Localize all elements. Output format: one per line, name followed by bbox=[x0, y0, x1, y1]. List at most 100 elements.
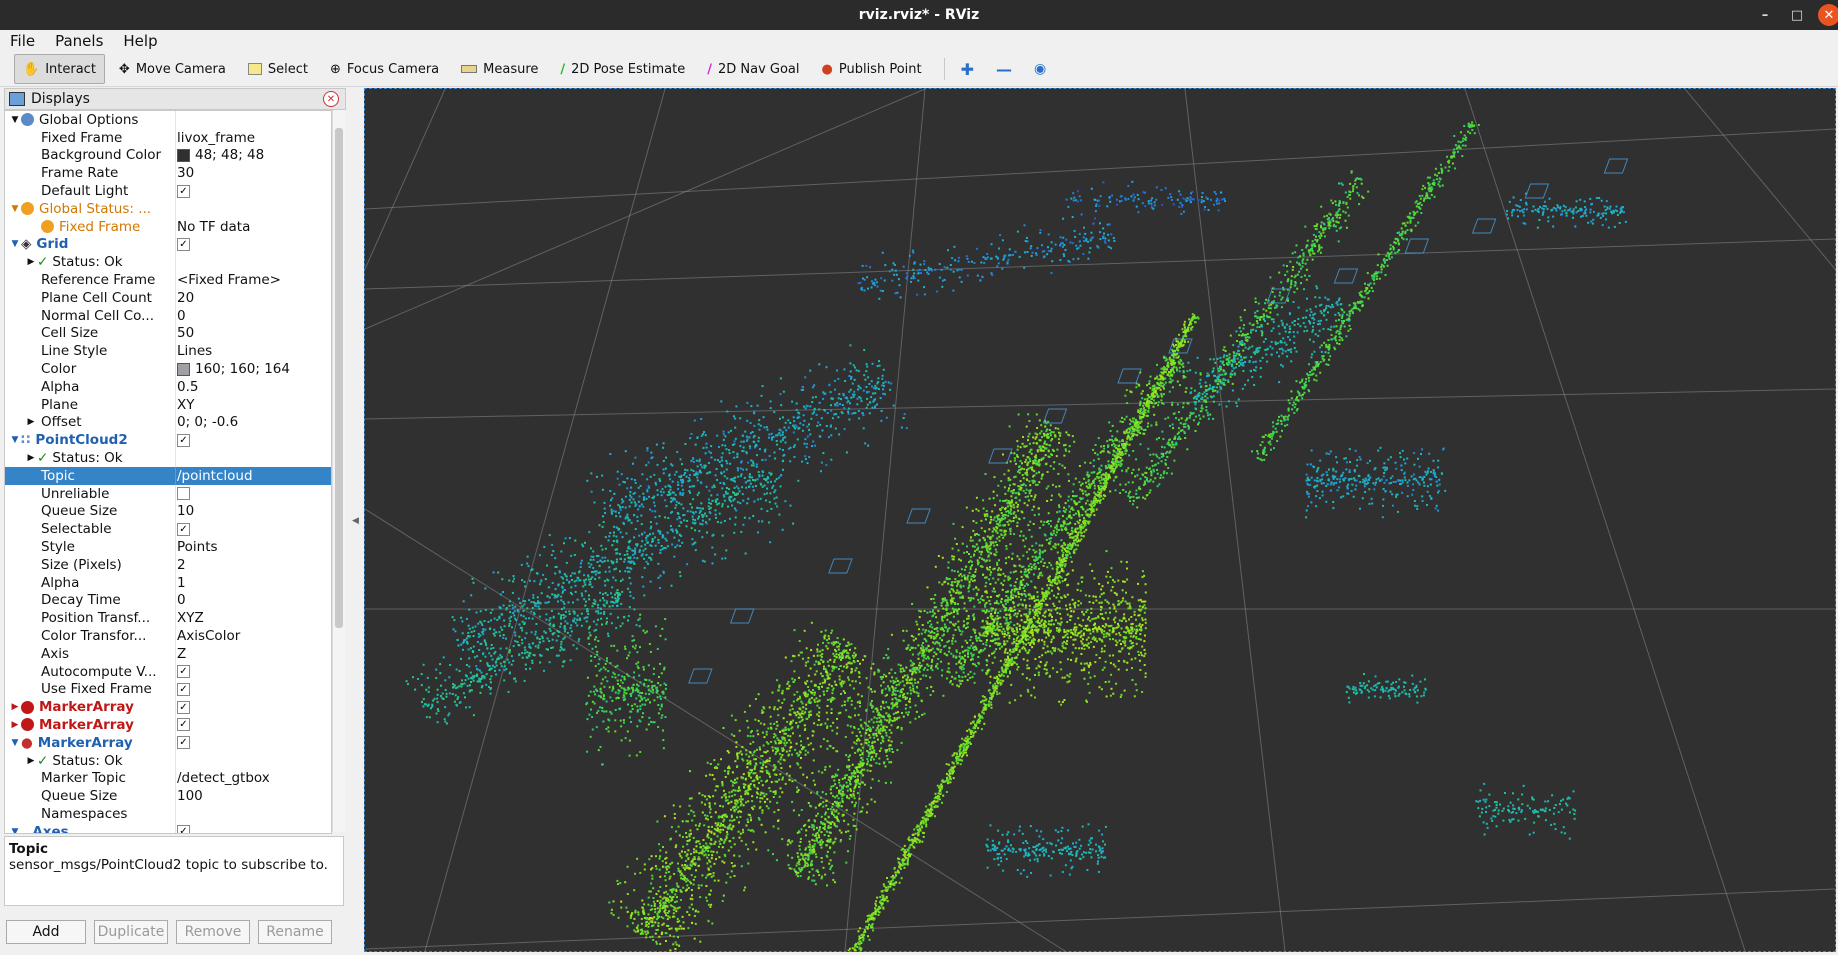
expand-down-icon[interactable]: ▼ bbox=[9, 204, 21, 214]
tree-row-plane[interactable]: Plane XY bbox=[5, 395, 331, 414]
tree-row-queue-size[interactable]: Queue Size 100 bbox=[5, 787, 331, 806]
minimize-icon[interactable]: – bbox=[1748, 0, 1782, 30]
tree-row-offset[interactable]: ▶ Offset 0; 0; -0.6 bbox=[5, 413, 331, 432]
tree-row-cell-size[interactable]: Cell Size 50 bbox=[5, 324, 331, 343]
expand-right-icon[interactable]: ▶ bbox=[9, 702, 21, 712]
move-camera-tool-button[interactable]: ✥ Move Camera bbox=[111, 55, 234, 83]
expand-down-icon[interactable]: ▼ bbox=[9, 435, 21, 445]
row-value[interactable]: Z bbox=[177, 645, 186, 663]
expand-down-icon[interactable]: ▼ bbox=[9, 827, 21, 833]
checkbox-checked[interactable]: ✓ bbox=[177, 237, 190, 251]
select-tool-button[interactable]: Select bbox=[240, 55, 316, 83]
row-value[interactable]: XYZ bbox=[177, 609, 204, 627]
tree-row-alpha[interactable]: Alpha 0.5 bbox=[5, 377, 331, 396]
row-value[interactable]: AxisColor bbox=[177, 627, 240, 645]
tree-row-use-fixed-frame[interactable]: Use Fixed Frame ✓ bbox=[5, 680, 331, 699]
tree-row-selectable[interactable]: Selectable ✓ bbox=[5, 520, 331, 539]
add-button[interactable]: Add bbox=[6, 920, 86, 944]
pose-estimate-tool-button[interactable]: ∕ 2D Pose Estimate bbox=[552, 55, 693, 83]
tree-row-autocompute[interactable]: Autocompute V... ✓ bbox=[5, 662, 331, 681]
tree-row-markerarray[interactable]: ▼ ● MarkerArray ✓ bbox=[5, 733, 331, 752]
row-value[interactable]: 0 bbox=[177, 307, 186, 325]
expand-right-icon[interactable]: ▶ bbox=[25, 453, 37, 463]
tree-row-markerarray-error[interactable]: ▶ MarkerArray ✓ bbox=[5, 716, 331, 734]
tree-row-topic[interactable]: Topic /pointcloud bbox=[5, 466, 331, 485]
checkbox-checked[interactable]: ✓ bbox=[177, 433, 190, 447]
rename-button[interactable]: Rename bbox=[258, 920, 332, 944]
expand-down-icon[interactable]: ▼ bbox=[9, 239, 21, 249]
eye-icon[interactable]: ◉ bbox=[1026, 55, 1054, 83]
menu-panels[interactable]: Panels bbox=[45, 32, 113, 50]
checkbox-unchecked[interactable] bbox=[177, 487, 190, 501]
row-value[interactable]: 100 bbox=[177, 787, 203, 805]
row-value[interactable]: 10 bbox=[177, 503, 194, 521]
publish-point-tool-button[interactable]: ● Publish Point bbox=[814, 55, 930, 83]
tree-row-background-color[interactable]: Background Color 48; 48; 48 bbox=[5, 146, 331, 165]
tree-row-color-transformer[interactable]: Color Transfor... AxisColor bbox=[5, 627, 331, 645]
checkbox-checked[interactable]: ✓ bbox=[177, 700, 190, 714]
row-value[interactable]: 0; 0; -0.6 bbox=[177, 414, 238, 432]
tree-row-markerarray-error[interactable]: ▶ MarkerArray ✓ bbox=[5, 698, 331, 717]
tree-row-style[interactable]: Style Points bbox=[5, 538, 331, 556]
checkbox-checked[interactable]: ✓ bbox=[177, 736, 190, 750]
row-value[interactable]: XY bbox=[177, 396, 195, 414]
expand-right-icon[interactable]: ▶ bbox=[25, 257, 37, 267]
row-value[interactable]: <Fixed Frame> bbox=[177, 271, 281, 289]
remove-button[interactable]: Remove bbox=[176, 920, 250, 944]
expand-right-icon[interactable]: ▶ bbox=[25, 417, 37, 427]
checkbox-checked[interactable]: ✓ bbox=[177, 682, 190, 696]
close-icon[interactable]: ✕ bbox=[1818, 4, 1838, 26]
interact-tool-button[interactable]: ✋ Interact bbox=[14, 54, 105, 84]
checkbox-checked[interactable]: ✓ bbox=[177, 718, 190, 732]
expand-right-icon[interactable]: ▶ bbox=[9, 720, 21, 730]
remove-tool-icon[interactable]: — bbox=[988, 55, 1020, 83]
menu-file[interactable]: File bbox=[0, 32, 45, 50]
row-value[interactable]: Points bbox=[177, 538, 218, 556]
splitter-handle-icon[interactable]: ◀ bbox=[352, 516, 359, 526]
tree-row-axes[interactable]: ▼ ⌞ Axes ✓ bbox=[5, 822, 331, 833]
nav-goal-tool-button[interactable]: ∕ 2D Nav Goal bbox=[699, 55, 807, 83]
row-value[interactable]: livox_frame bbox=[177, 129, 255, 147]
tree-row-grid[interactable]: ▼ ◈ Grid ✓ bbox=[5, 235, 331, 254]
row-value[interactable]: 30 bbox=[177, 164, 194, 182]
expand-down-icon[interactable]: ▼ bbox=[9, 115, 21, 125]
tree-row-alpha[interactable]: Alpha 1 bbox=[5, 573, 331, 592]
tree-row-axis[interactable]: Axis Z bbox=[5, 644, 331, 663]
checkbox-checked[interactable]: ✓ bbox=[177, 665, 190, 679]
add-tool-icon[interactable]: ✚ bbox=[953, 55, 982, 83]
row-value[interactable]: Lines bbox=[177, 342, 212, 360]
row-value[interactable]: 0 bbox=[177, 592, 186, 610]
row-value[interactable]: 1 bbox=[177, 574, 186, 592]
tree-row-fixed-frame-status[interactable]: Fixed Frame No TF data bbox=[5, 217, 331, 236]
tree-row-reference-frame[interactable]: Reference Frame <Fixed Frame> bbox=[5, 271, 331, 289]
measure-tool-button[interactable]: Measure bbox=[453, 55, 546, 83]
duplicate-button[interactable]: Duplicate bbox=[94, 920, 168, 944]
tree-row-status-ok[interactable]: ▶ ✓ Status: Ok bbox=[5, 253, 331, 272]
row-value[interactable]: 20 bbox=[177, 289, 194, 307]
tree-row-plane-cell-count[interactable]: Plane Cell Count 20 bbox=[5, 288, 331, 307]
tree-row-status-ok[interactable]: ▶ ✓ Status: Ok bbox=[5, 449, 331, 467]
focus-camera-tool-button[interactable]: ⊕ Focus Camera bbox=[322, 55, 447, 83]
tree-row-unreliable[interactable]: Unreliable bbox=[5, 484, 331, 503]
tree-row-queue-size[interactable]: Queue Size 10 bbox=[5, 502, 331, 521]
tree-row-position-transformer[interactable]: Position Transf... XYZ bbox=[5, 609, 331, 628]
row-value[interactable]: 2 bbox=[177, 556, 186, 574]
tree-row-default-light[interactable]: Default Light ✓ bbox=[5, 182, 331, 200]
tree-row-line-style[interactable]: Line Style Lines bbox=[5, 342, 331, 361]
row-value[interactable]: 50 bbox=[177, 325, 194, 343]
tree-row-size-pixels[interactable]: Size (Pixels) 2 bbox=[5, 555, 331, 574]
expand-right-icon[interactable]: ▶ bbox=[25, 756, 37, 766]
checkbox-checked[interactable]: ✓ bbox=[177, 184, 190, 198]
panel-close-icon[interactable]: ✕ bbox=[323, 91, 339, 107]
tree-row-global-options[interactable]: ▼ Global Options bbox=[5, 111, 331, 129]
displays-scrollbar[interactable] bbox=[332, 110, 345, 832]
tree-row-fixed-frame[interactable]: Fixed Frame livox_frame bbox=[5, 128, 331, 147]
row-value[interactable]: 48; 48; 48 bbox=[195, 147, 264, 163]
row-value[interactable]: 160; 160; 164 bbox=[195, 361, 290, 377]
tree-row-marker-topic[interactable]: Marker Topic /detect_gtbox bbox=[5, 769, 331, 788]
tree-row-normal-cell-count[interactable]: Normal Cell Co... 0 bbox=[5, 306, 331, 325]
checkbox-checked[interactable]: ✓ bbox=[177, 522, 190, 536]
tree-row-decay-time[interactable]: Decay Time 0 bbox=[5, 591, 331, 610]
tree-row-global-status[interactable]: ▼ Global Status: ... bbox=[5, 199, 331, 218]
tree-row-status-ok[interactable]: ▶ ✓ Status: Ok bbox=[5, 751, 331, 770]
